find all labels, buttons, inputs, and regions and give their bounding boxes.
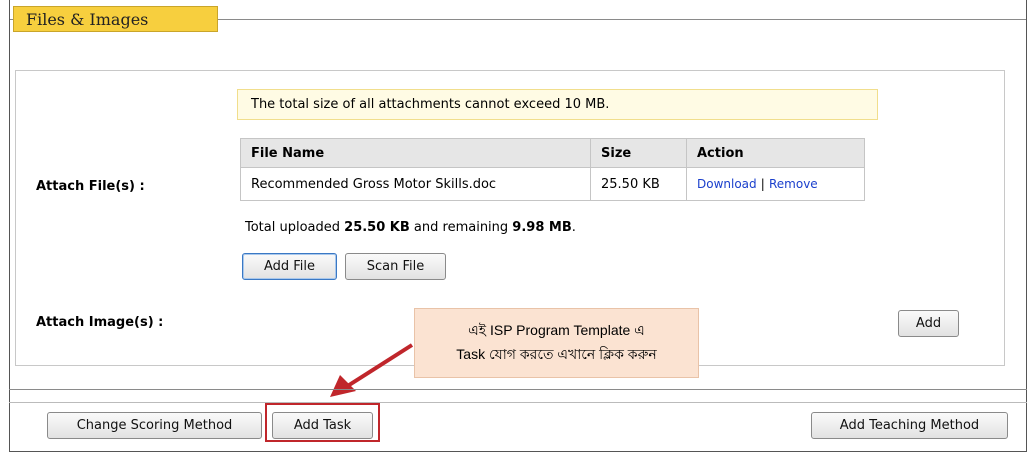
table-header-row: File Name Size Action <box>240 138 865 168</box>
column-header-file-name: File Name <box>240 138 591 168</box>
attach-images-label: Attach Image(s) : <box>36 315 164 330</box>
instruction-callout: এই ISP Program Template এ Task যোগ করতে … <box>414 308 699 378</box>
summary-suffix: . <box>571 220 576 235</box>
callout-line-2: Task যোগ করতে এখানে ক্লিক করুন <box>456 346 657 362</box>
column-header-size: Size <box>590 138 687 168</box>
attach-files-label: Attach File(s) : <box>36 179 145 194</box>
size-limit-notice: The total size of all attachments cannot… <box>237 89 878 120</box>
remove-link[interactable]: Remove <box>769 177 818 191</box>
action-cell: Download | Remove <box>686 167 865 201</box>
remaining-size: 9.98 MB <box>512 220 572 235</box>
file-name-cell: Recommended Gross Motor Skills.doc <box>240 167 591 201</box>
scan-file-button[interactable]: Scan File <box>345 253 446 280</box>
callout-arrow-icon <box>330 343 414 397</box>
change-scoring-method-button[interactable]: Change Scoring Method <box>47 412 262 439</box>
summary-prefix: Total uploaded <box>245 220 345 235</box>
table-row: Recommended Gross Motor Skills.doc 25.50… <box>240 167 865 201</box>
action-separator: | <box>760 176 765 191</box>
add-file-button[interactable]: Add File <box>242 253 337 280</box>
footer-divider <box>9 389 1027 390</box>
file-size-cell: 25.50 KB <box>590 167 687 201</box>
attachments-table: File Name Size Action Recommended Gross … <box>240 138 865 201</box>
footer-divider-inner <box>9 402 1027 403</box>
download-link[interactable]: Download <box>697 177 757 191</box>
summary-middle: and remaining <box>409 220 513 235</box>
add-task-highlight <box>265 403 380 442</box>
uploaded-size: 25.50 KB <box>344 220 410 235</box>
callout-line-1: এই ISP Program Template এ <box>468 322 645 338</box>
add-image-button[interactable]: Add <box>898 310 959 337</box>
upload-summary: Total uploaded 25.50 KB and remaining 9.… <box>245 220 576 235</box>
add-teaching-method-button[interactable]: Add Teaching Method <box>811 412 1008 439</box>
section-title: Files & Images <box>13 6 218 32</box>
column-header-action: Action <box>686 138 865 168</box>
